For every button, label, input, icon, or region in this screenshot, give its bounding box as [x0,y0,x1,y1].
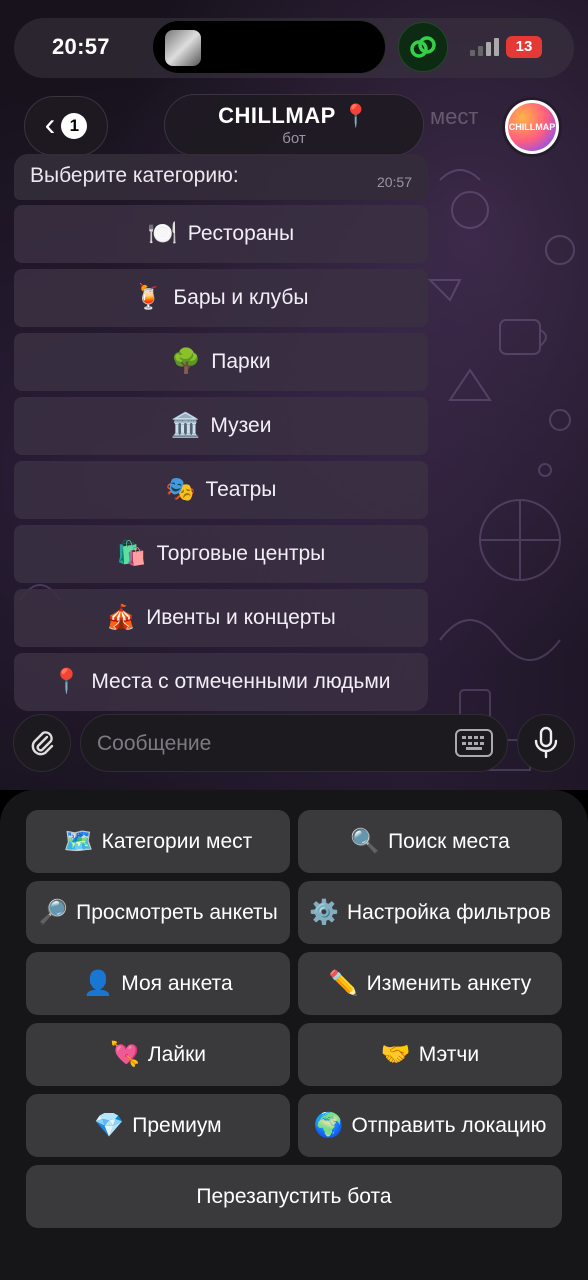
globe-icon: 🌍 [313,1111,344,1139]
cocktail-icon: 🍹 [133,284,164,311]
magnifier-right-icon: 🔎 [38,898,69,926]
island-media-thumbnail [165,30,201,66]
pin-icon: 📍 [51,668,82,695]
menu-button-matches[interactable]: 🤝 Мэтчи [298,1023,562,1086]
magnifier-left-icon: 🔍 [350,827,381,855]
header-background-text: мест [430,104,479,129]
menu-button-filter-settings[interactable]: ⚙️ Настройка фильтров [298,881,562,944]
plate-icon: 🍽️ [147,220,178,247]
message-time: 20:57 [376,174,412,190]
theater-masks-icon: 🎭 [165,476,196,503]
circus-tent-icon: 🎪 [106,604,137,631]
keyboard-toggle-icon[interactable] [455,729,493,757]
button-label: Музеи [210,414,272,437]
handshake-icon: 🤝 [380,1040,411,1068]
message-input[interactable] [97,729,437,759]
category-button-theaters[interactable]: 🎭 Театры [14,461,428,519]
reply-keyboard-grid: 🗺️ Категории мест 🔍 Поиск места 🔎 Просмотре… [26,810,562,1228]
chat-subtitle: бот [282,130,306,147]
button-label: Торговые центры [156,542,326,565]
button-label: Ивенты и концерты [146,606,336,629]
message-text: Выберите категорию: [30,164,239,187]
button-label: Поиск места [388,829,510,853]
menu-button-likes[interactable]: 💘 Лайки [26,1023,290,1086]
gem-icon: 💎 [94,1111,125,1139]
chat-title-pill[interactable]: CHILLMAP 📍 бот [164,94,424,156]
user-silhouette-icon: 👤 [83,969,114,997]
button-label: Рестораны [187,222,295,245]
cellular-signal-icon [470,38,500,56]
bot-avatar-logo: CHILLMAP [508,103,556,151]
button-label: Бары и клубы [173,286,309,309]
museum-icon: 🏛️ [170,412,201,439]
island-app-icon[interactable] [398,22,448,72]
heart-arrow-icon: 💘 [110,1040,140,1068]
menu-button-search-place[interactable]: 🔍 Поиск места [298,810,562,873]
tree-icon: 🌳 [171,348,202,375]
dynamic-island[interactable] [152,20,386,74]
button-label: Перезапустить бота [196,1184,392,1208]
gear-icon: ⚙️ [309,898,339,926]
menu-button-place-categories[interactable]: 🗺️ Категории мест [26,810,290,873]
back-button[interactable]: ‹ 1 [24,96,108,156]
button-label: Настройка фильтров [346,900,551,924]
button-label: Премиум [132,1113,222,1137]
menu-button-premium[interactable]: 💎 Премиум [26,1094,290,1157]
inline-keyboard: 🍽️ Рестораны 🍹 Бары и клубы 🌳 Парки 🏛️ Музеи… [14,205,428,717]
link-rings-icon [410,36,436,58]
bot-message: Выберите категорию: 20:57 [14,154,428,200]
reply-keyboard: 🗺️ Категории мест 🔍 Поиск места 🔎 Просмотре… [0,790,588,1280]
button-label: Лайки [147,1042,206,1066]
battery-indicator: 13 [506,36,542,58]
button-label: Парки [211,350,271,373]
microphone-icon [534,726,558,759]
button-label: Театры [205,478,277,501]
menu-button-my-profile[interactable]: 👤 Моя анкета [26,952,290,1015]
button-label: Изменить анкету [366,971,532,995]
category-button-bars[interactable]: 🍹 Бары и клубы [14,269,428,327]
category-button-tagged-places[interactable]: 📍 Места с отмеченными людьми [14,653,428,711]
button-label: Категории мест [101,829,253,853]
bot-avatar[interactable]: CHILLMAP [502,97,562,157]
chevron-left-icon: ‹ [44,106,56,142]
button-label: Отправить локацию [351,1113,547,1137]
button-label: Мэтчи [418,1042,480,1066]
message-input-field[interactable] [80,714,508,772]
paperclip-icon [31,731,54,756]
button-label: Места с отмеченными людьми [91,670,391,693]
keyboard-icon [462,736,484,750]
pencil-icon: ✏️ [328,969,359,997]
menu-button-browse-profiles[interactable]: 🔎 Просмотреть анкеты [26,881,290,944]
category-button-museums[interactable]: 🏛️ Музеи [14,397,428,455]
attach-button[interactable] [13,714,71,772]
map-icon: 🗺️ [63,827,94,855]
unread-count-badge: 1 [61,113,88,139]
chat-title: CHILLMAP 📍 [218,103,370,128]
category-button-restaurants[interactable]: 🍽️ Рестораны [14,205,428,263]
category-button-events[interactable]: 🎪 Ивенты и концерты [14,589,428,647]
button-label: Просмотреть анкеты [76,900,278,924]
menu-button-restart-bot[interactable]: Перезапустить бота [26,1165,562,1228]
shopping-bags-icon: 🛍️ [116,540,147,567]
menu-button-edit-profile[interactable]: ✏️ Изменить анкету [298,952,562,1015]
category-button-parks[interactable]: 🌳 Парки [14,333,428,391]
button-label: Моя анкета [121,971,233,995]
status-bar: 20:57 13 [0,0,588,92]
voice-message-button[interactable] [517,714,575,772]
category-button-malls[interactable]: 🛍️ Торговые центры [14,525,428,583]
menu-button-send-location[interactable]: 🌍 Отправить локацию [298,1094,562,1157]
status-time: 20:57 [52,34,110,59]
